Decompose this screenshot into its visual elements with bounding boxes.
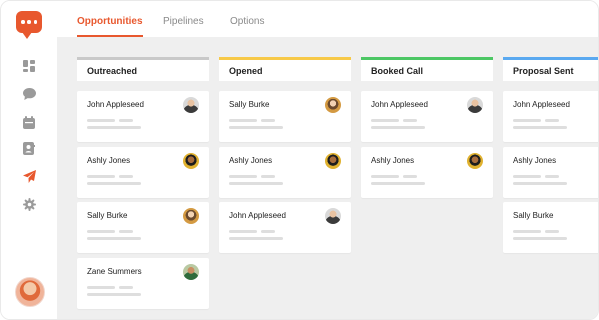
card-contact-name: John Appleseed — [513, 100, 570, 109]
placeholder-line — [119, 285, 133, 289]
placeholder-line — [513, 230, 541, 233]
card-contact-name: John Appleseed — [229, 211, 286, 220]
send-icon[interactable] — [22, 169, 36, 183]
pipeline-column: Outreached John Appleseed Ashly Jones Sally… — [77, 57, 209, 309]
card-contact-name: Zane Summers — [87, 266, 142, 276]
chat-icon[interactable] — [22, 87, 36, 101]
card-contact-name: Sally Burke — [87, 211, 128, 220]
placeholder-line — [545, 230, 559, 233]
column-header: Booked Call — [361, 57, 493, 81]
placeholder-line — [513, 126, 567, 129]
pipeline-column: Booked Call John Appleseed Ashly Jones — [361, 57, 493, 198]
contact-avatar[interactable] — [183, 152, 199, 169]
opportunity-card[interactable]: Ashly Jones — [361, 146, 493, 198]
card-contact-name: Ashly Jones — [229, 155, 273, 165]
opportunity-card[interactable]: John Appleseed — [503, 91, 598, 142]
placeholder-line — [371, 119, 399, 122]
placeholder-line — [513, 174, 541, 178]
contact-avatar[interactable] — [325, 152, 341, 169]
placeholder-line — [513, 119, 541, 122]
card-contact-name: Ashly Jones — [513, 155, 557, 165]
pipeline-board: Outreached John Appleseed Ashly Jones Sally… — [57, 37, 598, 319]
pipeline-column: Opened Sally Burke Ashly Jones John Applese… — [219, 57, 351, 253]
placeholder-line — [119, 174, 133, 178]
placeholder-line — [87, 230, 115, 233]
placeholder-line — [87, 126, 141, 129]
placeholder-line — [87, 292, 141, 296]
placeholder-line — [229, 181, 283, 185]
placeholder-line — [87, 119, 115, 122]
opportunity-card[interactable]: Ashly Jones — [219, 146, 351, 198]
column-header: Outreached — [77, 57, 209, 81]
placeholder-line — [229, 174, 257, 178]
placeholder-line — [229, 119, 257, 122]
card-contact-name: John Appleseed — [371, 100, 428, 109]
card-contact-name: Sally Burke — [229, 100, 270, 109]
app-window: Opportunities Pipelines Options Outreach… — [0, 0, 599, 320]
contact-avatar[interactable] — [325, 97, 341, 113]
pipeline-column: Proposal Sent John Appleseed Ashly Jones Sa… — [503, 57, 598, 253]
card-contact-name: John Appleseed — [87, 100, 144, 109]
contacts-icon[interactable] — [22, 141, 36, 155]
dashboard-icon[interactable] — [22, 59, 36, 73]
opportunity-card[interactable]: Sally Burke — [503, 202, 598, 253]
tab-options[interactable]: Options — [230, 1, 264, 37]
placeholder-line — [119, 119, 133, 122]
opportunity-card[interactable]: Zane Summers — [77, 257, 209, 309]
placeholder-line — [87, 237, 141, 240]
calendar-icon[interactable] — [22, 115, 36, 129]
opportunity-card[interactable]: John Appleseed — [219, 202, 351, 253]
card-contact-name: Ashly Jones — [371, 155, 415, 165]
chat-logo-icon[interactable] — [16, 11, 42, 39]
placeholder-line — [371, 174, 399, 178]
contact-avatar[interactable] — [183, 208, 199, 224]
placeholder-line — [229, 237, 283, 240]
placeholder-line — [261, 119, 275, 122]
placeholder-line — [87, 174, 115, 178]
placeholder-line — [513, 237, 567, 240]
placeholder-line — [229, 126, 283, 129]
opportunity-card[interactable]: Sally Burke — [219, 91, 351, 142]
user-avatar[interactable] — [15, 277, 45, 307]
placeholder-line — [371, 126, 425, 129]
placeholder-line — [229, 230, 257, 233]
opportunity-card[interactable]: Sally Burke — [77, 202, 209, 253]
placeholder-line — [545, 119, 559, 122]
column-header: Proposal Sent — [503, 57, 598, 81]
settings-icon[interactable] — [22, 197, 36, 211]
opportunity-card[interactable]: Ashly Jones — [77, 146, 209, 198]
opportunity-card[interactable]: Ashly Jones — [503, 146, 598, 198]
top-tabs: Opportunities Pipelines Options — [57, 1, 598, 37]
placeholder-line — [261, 230, 275, 233]
opportunity-card[interactable]: John Appleseed — [77, 91, 209, 142]
placeholder-line — [371, 181, 425, 185]
contact-avatar[interactable] — [183, 263, 199, 280]
sidebar — [1, 1, 57, 319]
placeholder-line — [261, 174, 275, 178]
placeholder-line — [545, 174, 559, 178]
card-contact-name: Sally Burke — [513, 211, 554, 220]
tab-pipelines[interactable]: Pipelines — [163, 1, 204, 37]
contact-avatar[interactable] — [325, 208, 341, 224]
card-contact-name: Ashly Jones — [87, 155, 131, 165]
placeholder-line — [513, 181, 567, 185]
contact-avatar[interactable] — [467, 97, 483, 113]
contact-avatar[interactable] — [467, 152, 483, 169]
placeholder-line — [119, 230, 133, 233]
tab-opportunities[interactable]: Opportunities — [77, 1, 143, 37]
placeholder-line — [87, 285, 115, 289]
placeholder-line — [87, 181, 141, 185]
column-header: Opened — [219, 57, 351, 81]
placeholder-line — [403, 174, 417, 178]
contact-avatar[interactable] — [183, 97, 199, 113]
opportunity-card[interactable]: John Appleseed — [361, 91, 493, 142]
placeholder-line — [403, 119, 417, 122]
